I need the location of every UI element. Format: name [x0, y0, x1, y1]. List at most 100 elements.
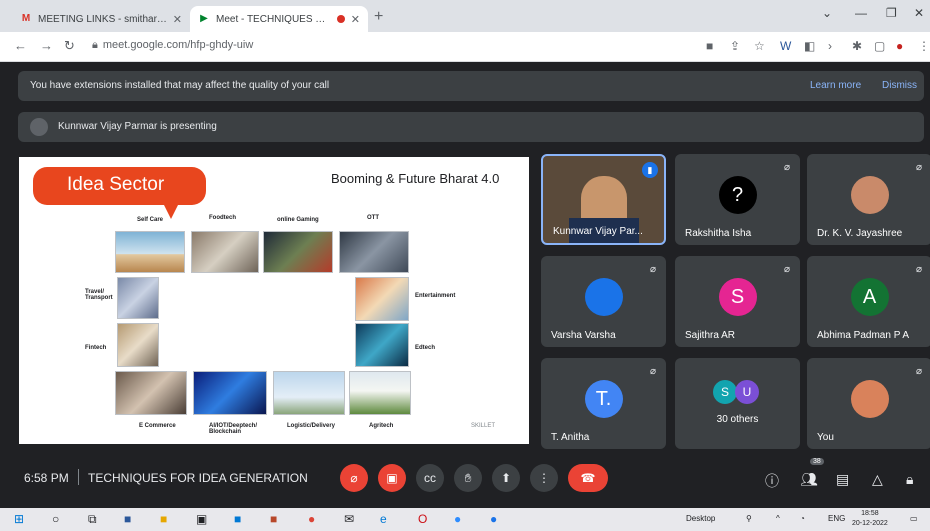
maximize-icon[interactable]: ❐	[886, 6, 897, 20]
opera-icon[interactable]: O	[418, 512, 427, 526]
more-options-button[interactable]: ⋮	[530, 464, 558, 492]
extension-icon[interactable]: ◧	[804, 39, 815, 53]
close-window-icon[interactable]: ✕	[914, 6, 924, 20]
slide-watermark: SKILLET	[471, 423, 496, 429]
label-fintech: Fintech	[85, 345, 107, 351]
zoom-icon[interactable]: ●	[454, 512, 461, 526]
agritech-image	[349, 371, 411, 415]
participant-tile[interactable]: ⌀ Dr. K. V. Jayashree	[807, 154, 930, 245]
camera-icon[interactable]: ■	[706, 39, 713, 53]
speaking-indicator-icon: ▮	[642, 162, 658, 178]
minimize-icon[interactable]: —	[855, 6, 867, 20]
close-tab-icon[interactable]: ✕	[351, 13, 360, 26]
participant-tile[interactable]: ⌀ Varsha Varsha	[541, 256, 666, 347]
participant-name: You	[817, 432, 834, 443]
back-icon[interactable]: ←	[14, 38, 27, 53]
desktop-toolbar-label[interactable]: Desktop	[686, 514, 715, 523]
captions-button[interactable]: cc	[416, 464, 444, 492]
tab-label: MEETING LINKS - smitharmair@	[38, 13, 173, 25]
mic-toggle-button[interactable]: ⌀	[340, 464, 368, 492]
meeting-name: TECHNIQUES FOR IDEA GENERATION	[88, 471, 308, 485]
self-care-image	[115, 231, 185, 273]
present-button[interactable]: ⬆	[492, 464, 520, 492]
taskbar-app-icon[interactable]: ●	[490, 512, 497, 526]
ecommerce-image	[115, 371, 187, 415]
recording-icon	[336, 15, 345, 23]
tab-search-icon[interactable]: ⌄	[822, 6, 832, 20]
tab-label: Meet - TECHNIQUES FOR ID	[216, 13, 331, 25]
participant-tile[interactable]: ⌀ A Abhima Padman P A	[807, 256, 930, 347]
profile-icon[interactable]: ●	[896, 39, 903, 53]
participant-avatar	[850, 380, 889, 418]
presented-slide: Idea Sector Booming & Future Bharat 4.0 …	[19, 157, 529, 444]
menu-icon[interactable]: ⋮	[918, 39, 930, 53]
url-field[interactable]: 🔒︎ meet.google.com/hfp-ghdy-uiw	[92, 39, 253, 52]
network-icon[interactable]: ◔	[800, 514, 805, 523]
participant-avatar	[584, 278, 623, 316]
tab-gmail[interactable]: M MEETING LINKS - smitharmair@ ✕	[12, 6, 190, 32]
participant-tile[interactable]: ⌀ T. T. Anitha	[541, 358, 666, 449]
search-icon[interactable]: ○	[52, 512, 59, 526]
travel-image	[117, 277, 159, 319]
tray-arrow-icon[interactable]: ^	[776, 514, 780, 523]
leave-call-button[interactable]: ☎︎	[568, 464, 608, 492]
windows-start-icon[interactable]: ⊞	[14, 512, 24, 526]
file-explorer-icon[interactable]: ■	[160, 512, 167, 526]
word-extension-icon[interactable]: W	[780, 39, 791, 53]
task-view-icon[interactable]: ⧉	[88, 512, 97, 527]
dismiss-button[interactable]: Dismiss	[882, 80, 917, 91]
activities-icon[interactable]: △	[872, 471, 883, 488]
reload-icon[interactable]: ↻	[64, 38, 75, 54]
divider	[78, 469, 79, 485]
mic-off-icon: ⌀	[783, 162, 790, 173]
edge-icon[interactable]: e	[380, 512, 387, 526]
tab-meet[interactable]: ▶ Meet - TECHNIQUES FOR ID ✕	[190, 6, 368, 32]
host-controls-icon[interactable]: 🔒︎	[906, 471, 913, 488]
system-clock[interactable]: 18:58 20-12-2022	[852, 509, 888, 529]
taskbar-app-icon[interactable]: ■	[124, 512, 131, 526]
participant-avatar: U	[735, 380, 759, 404]
store-icon[interactable]: ▣	[196, 512, 207, 526]
info-icon[interactable]: ⓘ	[765, 471, 779, 491]
camera-toggle-button[interactable]: ▣	[378, 464, 406, 492]
powerpoint-icon[interactable]: ■	[270, 512, 277, 526]
label-logistic: Logistic/Delivery	[287, 423, 336, 429]
forward-icon[interactable]: →	[40, 38, 53, 53]
slide-title: Booming & Future Bharat 4.0	[331, 171, 500, 186]
raise-hand-button[interactable]: ✋︎	[454, 464, 482, 492]
notification-icon[interactable]: ▭	[910, 514, 918, 523]
bookmark-star-icon[interactable]: ☆	[754, 39, 765, 53]
meet-icon: ▶	[200, 13, 208, 24]
learn-more-link[interactable]: Learn more	[810, 80, 861, 91]
people-tray-icon[interactable]: ⚲	[746, 514, 752, 523]
meeting-control-bar: 6:58 PM TECHNIQUES FOR IDEA GENERATION ⌀…	[0, 455, 930, 501]
chat-icon[interactable]: ▤	[836, 471, 849, 488]
extension-icon[interactable]: ›	[828, 39, 832, 53]
share-icon[interactable]: ⇪	[730, 39, 740, 53]
taskbar-app-icon[interactable]: ■	[234, 512, 241, 526]
address-bar: ← → ↻ 🔒︎ meet.google.com/hfp-ghdy-uiw ■ ⇪…	[0, 32, 930, 62]
close-tab-icon[interactable]: ✕	[173, 13, 182, 26]
new-tab-icon[interactable]: +	[374, 8, 383, 26]
language-indicator[interactable]: ENG	[828, 514, 845, 523]
chrome-icon[interactable]: ●	[308, 512, 315, 526]
mic-off-icon: ⌀	[915, 162, 922, 173]
participant-tile[interactable]: ▮ Kunnwar Vijay Par...	[541, 154, 666, 245]
mail-icon[interactable]: ✉	[344, 512, 354, 526]
participant-name: Dr. K. V. Jayashree	[817, 228, 903, 239]
participant-tile[interactable]: ⌀ ? Rakshitha Isha	[675, 154, 800, 245]
participant-avatar: S	[713, 380, 737, 404]
sidepanel-icon[interactable]: ▢	[874, 39, 885, 53]
participant-avatar: S	[718, 278, 757, 316]
people-icon[interactable]: 👥︎	[800, 471, 818, 488]
others-tile[interactable]: S U 30 others	[675, 358, 800, 449]
participant-tile-self[interactable]: ⌀ You	[807, 358, 930, 449]
puzzle-icon[interactable]: ✱	[852, 39, 862, 53]
mic-off-icon: ⌀	[649, 264, 656, 275]
gaming-image	[263, 231, 333, 273]
participant-name: Varsha Varsha	[551, 330, 616, 341]
mic-off-icon: ⌀	[783, 264, 790, 275]
participant-tile[interactable]: ⌀ S Sajithra AR	[675, 256, 800, 347]
label-foodtech: Foodtech	[209, 215, 236, 221]
entertainment-image	[355, 277, 409, 321]
